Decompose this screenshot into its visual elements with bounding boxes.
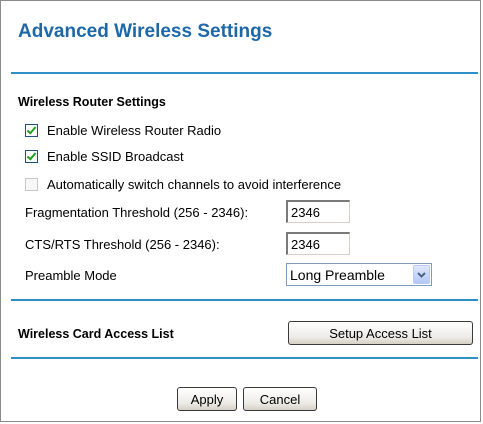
chevron-down-icon[interactable] — [413, 265, 430, 284]
enable-ssid-label: Enable SSID Broadcast — [47, 148, 184, 164]
fragmentation-label: Fragmentation Threshold (256 - 2346): — [25, 205, 249, 220]
divider — [11, 299, 478, 301]
enable-radio-row[interactable]: Enable Wireless Router Radio — [25, 122, 221, 138]
preamble-selected-value: Long Preamble — [290, 266, 385, 283]
preamble-select[interactable]: Long Preamble — [286, 263, 432, 286]
auto-channel-label: Automatically switch channels to avoid i… — [47, 176, 342, 192]
fragmentation-input[interactable] — [286, 200, 350, 223]
divider — [11, 357, 478, 359]
cancel-button[interactable]: Cancel — [243, 387, 317, 411]
page-title: Advanced Wireless Settings — [18, 21, 273, 42]
apply-button[interactable]: Apply — [177, 387, 237, 411]
section-heading-router-settings: Wireless Router Settings — [18, 95, 166, 109]
setup-access-list-button[interactable]: Setup Access List — [288, 321, 473, 345]
enable-ssid-row[interactable]: Enable SSID Broadcast — [25, 148, 184, 164]
settings-panel: Advanced Wireless Settings Wireless Rout… — [0, 0, 481, 422]
enable-radio-label: Enable Wireless Router Radio — [47, 122, 222, 138]
divider — [11, 72, 478, 74]
enable-ssid-checkbox[interactable] — [25, 149, 38, 163]
cts-rts-label: CTS/RTS Threshold (256 - 2346): — [25, 237, 220, 252]
section-heading-access-list: Wireless Card Access List — [18, 327, 174, 341]
enable-radio-checkbox[interactable] — [25, 123, 38, 137]
auto-channel-row: Automatically switch channels to avoid i… — [25, 176, 341, 192]
preamble-label: Preamble Mode — [25, 268, 117, 283]
auto-channel-checkbox — [25, 177, 38, 191]
cts-rts-input[interactable] — [286, 232, 350, 255]
